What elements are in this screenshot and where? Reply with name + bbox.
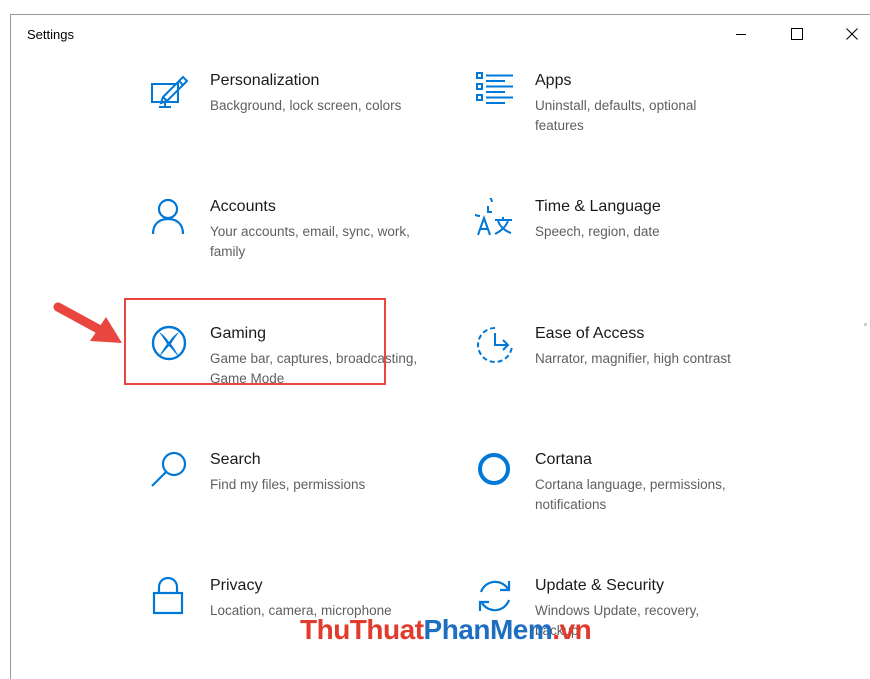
red-arrow-icon [53,302,122,343]
tile-name: Personalization [210,72,320,89]
tile-gaming[interactable]: Gaming Game bar, captures, broadcasting,… [150,325,440,425]
tile-description: Game bar, captures, broadcasting, Game M… [210,351,418,386]
tile-ease-of-access[interactable]: Ease of Access Narrator, magnifier, high… [475,325,765,425]
tile-search[interactable]: Search Find my files, permissions [150,451,440,551]
personalization-icon [151,75,189,108]
watermark-part-2: PhanMem [423,614,553,645]
tile-personalization[interactable]: Personalization Background, lock screen,… [150,72,440,172]
close-button[interactable] [829,15,870,53]
maximize-icon [791,28,803,40]
watermark: ThuThuatPhanMem.vn [300,614,592,646]
tile-name: Search [210,451,261,468]
search-icon [151,451,187,487]
tile-name: Time & Language [535,198,661,215]
tile-name: Cortana [535,451,592,468]
tile-description: Speech, region, date [535,224,660,239]
tile-name: Accounts [210,198,276,215]
tile-name: Update & Security [535,577,664,594]
tile-name: Gaming [210,325,267,342]
tile-time-language[interactable]: Time & Language Speech, region, date [475,198,765,298]
tile-cortana[interactable]: Cortana Cortana language, permissions, n… [475,451,765,551]
watermark-part-3: .vn [552,614,592,645]
scrollbar-indicator[interactable] [864,323,867,326]
update-icon [478,580,511,612]
time-language-icon [475,198,512,236]
tile-name: Ease of Access [535,325,645,342]
tile-apps[interactable]: Apps Uninstall, defaults, optional featu… [475,72,765,172]
tile-description: Narrator, magnifier, high contrast [535,351,731,366]
tile-name: Privacy [210,577,263,594]
settings-window: Settings Personalization Background, loc… [10,14,870,679]
accounts-icon [151,198,185,235]
xbox-icon [151,325,187,361]
title-bar[interactable]: Settings [11,15,870,53]
watermark-part-1: ThuThuat [300,614,424,645]
minimize-button[interactable] [718,15,764,53]
tile-description: Background, lock screen, colors [210,98,402,113]
tile-description: Cortana language, permissions, notificat… [535,477,726,512]
apps-icon [476,72,513,104]
tile-accounts[interactable]: Accounts Your accounts, email, sync, wor… [150,198,440,298]
cortana-icon [478,453,510,485]
close-icon [846,28,858,40]
tile-name: Apps [535,72,572,89]
tile-description: Find my files, permissions [210,477,366,492]
lock-icon [152,577,184,615]
tile-description: Uninstall, defaults, optional features [535,98,697,133]
minimize-icon [736,34,746,35]
window-title: Settings [27,27,74,42]
tile-description: Your accounts, email, sync, work, family [210,224,410,259]
ease-of-access-icon [477,327,513,363]
maximize-button[interactable] [774,15,820,53]
